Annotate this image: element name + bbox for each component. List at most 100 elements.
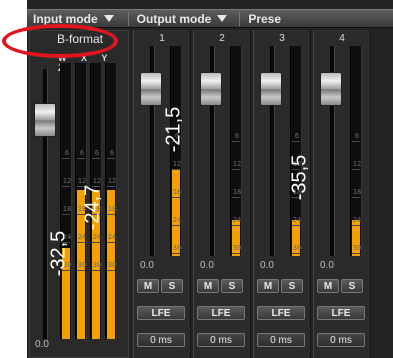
overlay-value: -24,7 [81,184,104,231]
output-mode-label: Output mode [136,11,212,26]
channel-number: 3 [279,33,285,44]
meter-tick-mark [172,197,180,198]
meter-tick-mark [232,141,240,142]
lfe-button[interactable]: LFE [137,306,185,320]
toolbar-separator [127,11,129,26]
meter-tick-mark [232,225,240,226]
meter-tick-mark [107,242,115,243]
delay-field[interactable]: 0 ms [197,333,245,347]
delay-field[interactable]: 0 ms [137,333,185,347]
meter-tick-mark [62,186,70,187]
meter-tick-mark [232,169,240,170]
output-gain-value: 0.0 [200,260,214,271]
mute-button[interactable]: M [197,279,219,293]
meter-tick-mark [77,242,85,243]
meter-tick-label: 12 [107,177,117,185]
solo-button[interactable]: S [221,279,243,293]
output-mode-menu[interactable]: Output mode [137,10,228,27]
highlight-ellipse [2,24,118,58]
mute-button[interactable]: M [257,279,279,293]
meter-tick-label: 12 [232,160,242,168]
level-meter: 6 12 18 24 30 [60,63,72,339]
overlay-value: -21,5 [162,106,185,153]
lfe-button[interactable]: LFE [257,306,305,320]
meter-tick-mark [92,242,100,243]
meter-tick-label: 12 [352,160,362,168]
mute-button[interactable]: M [137,279,159,293]
meter-tick-mark [107,186,115,187]
level-meter: 6 12 18 24 30 [105,63,117,339]
output-channel-strip: 2 6 12 18 24 30 0.0 M S LFE 0 ms [193,30,251,358]
meter-tick-mark [352,225,360,226]
input-fader-knob[interactable] [34,103,56,137]
output-channel-strip: 4 6 12 18 24 30 0.0 M S LFE 0 ms [313,30,371,358]
meter-tick-label: 24 [107,233,117,241]
delay-field[interactable]: 0 ms [317,333,365,347]
meter-tick-label: 18 [172,188,182,196]
meter-tick-mark [62,214,70,215]
solo-button[interactable]: S [161,279,183,293]
meter-tick-mark [77,270,85,271]
meter-tick-label: 24 [232,216,242,224]
meter-tick-label: 24 [352,216,362,224]
meter-tick-label: 6 [94,149,100,157]
meter-tick-label: 6 [109,149,115,157]
output-fader-knob[interactable] [200,72,222,106]
meter-tick-mark [292,141,300,142]
meter-tick-mark [232,253,240,254]
meter-tick-label: 18 [62,205,72,213]
channel-number: 1 [159,33,165,44]
meter-tick-label: 18 [352,188,362,196]
mute-button[interactable]: M [317,279,339,293]
meter-tick-label: 18 [107,205,117,213]
meter-tick-label: 6 [354,132,360,140]
preset-label: Prese [248,11,282,26]
preset-menu[interactable]: Prese [248,10,281,27]
meter-tick-label: 30 [77,261,87,269]
meter-tick-mark [92,270,100,271]
dropdown-triangle-icon [217,15,228,22]
overlay-value: -32,5 [47,230,70,277]
toolbar-separator [239,11,241,26]
meter-tick-mark [172,225,180,226]
level-meter: 6 12 18 24 30 [230,46,242,256]
meter-tick-label: 6 [64,149,70,157]
channel-number: 2 [219,33,225,44]
output-gain-value: 0.0 [320,260,334,271]
delay-field[interactable]: 0 ms [257,333,305,347]
meter-tick-label: 18 [232,188,242,196]
meter-tick-label: 24 [292,216,302,224]
overlay-value: -35,5 [288,154,311,201]
meter-tick-label: 6 [234,132,240,140]
meter-tick-mark [352,197,360,198]
meter-tick-mark [172,253,180,254]
meter-tick-mark [232,197,240,198]
input-gain-value: 0.0 [35,339,49,350]
meter-tick-label: 30 [92,261,102,269]
meter-tick-mark [352,253,360,254]
meter-tick-label: 30 [172,244,182,252]
meter-tick-label: 30 [107,261,117,269]
meter-tick-mark [62,158,70,159]
solo-button[interactable]: S [281,279,303,293]
meter-tick-mark [352,141,360,142]
meter-tick-mark [172,169,180,170]
meter-tick-mark [107,158,115,159]
dropdown-triangle-icon [103,15,114,22]
output-fader-knob[interactable] [260,72,282,106]
output-gain-value: 0.0 [260,260,274,271]
lfe-button[interactable]: LFE [317,306,365,320]
meter-tick-label: 30 [352,244,362,252]
meter-tick-label: 24 [77,233,87,241]
channel-number: 4 [339,33,345,44]
level-meter: 6 12 18 24 30 [350,46,362,256]
output-fader-knob[interactable] [140,72,162,106]
meter-tick-label: 30 [232,244,242,252]
output-fader-knob[interactable] [320,72,342,106]
meter-tick-label: 12 [62,177,72,185]
output-channel-strip: 1 6 12 18 24 30 0.0 M S LFE 0 ms [133,30,191,358]
meter-tick-mark [292,253,300,254]
meter-tick-label: 30 [292,244,302,252]
solo-button[interactable]: S [341,279,363,293]
lfe-button[interactable]: LFE [197,306,245,320]
